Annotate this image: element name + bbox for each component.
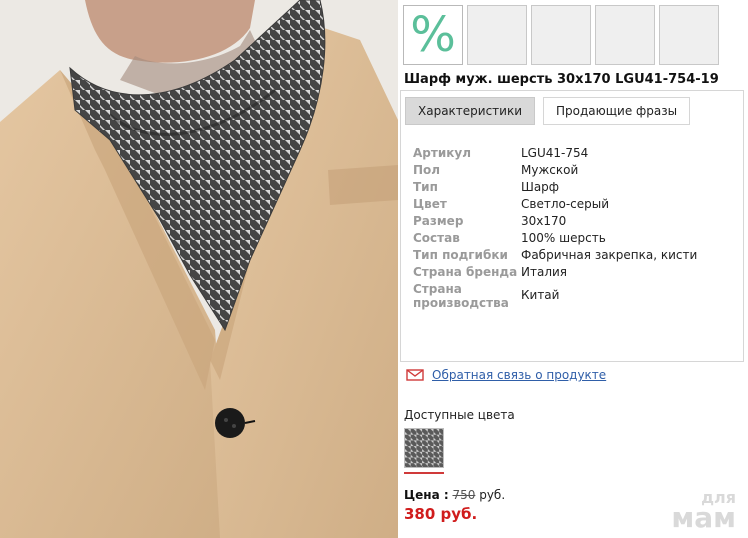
feedback-link-row: Обратная связь о продукте [406, 368, 606, 382]
spec-key: Тип [413, 180, 438, 194]
spec-value: 100% шерсть [521, 231, 606, 245]
spec-value: Китай [521, 288, 560, 302]
thumbnail[interactable] [659, 5, 719, 65]
spec-value: Шарф [521, 180, 560, 194]
spec-row: Тип подгибки Фабричная закрепка, кисти [413, 247, 697, 264]
new-price: 380 руб. [404, 505, 478, 523]
spec-row: Состав 100% шерсть [413, 230, 697, 247]
watermark-line-2: мам [671, 501, 736, 534]
thumbnail[interactable] [595, 5, 655, 65]
available-colors-title: Доступные цвета [404, 408, 515, 422]
price-label: Цена : [404, 488, 449, 502]
thumbnail-strip: % [403, 5, 719, 65]
spec-key: Артикул [413, 146, 471, 160]
old-price-value: 750 [452, 488, 476, 502]
tab-bar: Характеристики Продающие фразы [405, 97, 691, 125]
product-photo [0, 0, 398, 538]
percent-icon: % [410, 7, 456, 63]
spec-row: Тип Шарф [413, 179, 697, 196]
color-swatch[interactable] [404, 428, 444, 468]
spec-row: Страна бренда Италия [413, 264, 697, 281]
envelope-icon [406, 369, 424, 381]
selected-swatch-indicator [404, 472, 444, 474]
spec-row: Артикул LGU41-754 [413, 145, 697, 162]
tab-characteristics[interactable]: Характеристики [405, 97, 536, 125]
spec-key: Состав [413, 231, 460, 245]
product-tabs-panel: Характеристики Продающие фразы Артикул L… [400, 90, 744, 362]
spec-key: Страна производства [413, 282, 509, 310]
spec-value: LGU41-754 [521, 146, 589, 160]
spec-value: Светло-серый [521, 197, 610, 211]
watermark: для мам [671, 488, 736, 534]
tab-selling-phrases[interactable]: Продающие фразы [543, 97, 691, 125]
spec-table: Артикул LGU41-754 Пол Мужской Тип Шарф Ц… [413, 145, 697, 310]
product-details-panel: % Шарф муж. шерсть 30х170 LGU41-754-19 Х… [400, 0, 748, 538]
price-old-row: Цена : 750 руб. [404, 488, 505, 502]
spec-row: Пол Мужской [413, 162, 697, 179]
spec-key: Тип подгибки [413, 248, 508, 262]
spec-value: Италия [521, 265, 568, 279]
feedback-link[interactable]: Обратная связь о продукте [432, 368, 606, 382]
currency-label: руб. [479, 488, 506, 502]
spec-key: Размер [413, 214, 464, 228]
product-title: Шарф муж. шерсть 30х170 LGU41-754-19 [404, 72, 719, 87]
thumbnail[interactable] [531, 5, 591, 65]
spec-key: Пол [413, 163, 441, 177]
product-photo-illustration [0, 0, 398, 538]
spec-value: Мужской [521, 163, 579, 177]
discount-thumbnail[interactable]: % [403, 5, 463, 65]
spec-row: Размер 30х170 [413, 213, 697, 230]
spec-value: 30х170 [521, 214, 567, 228]
spec-key: Цвет [413, 197, 447, 211]
thumbnail[interactable] [467, 5, 527, 65]
spec-row: Цвет Светло-серый [413, 196, 697, 213]
spec-value: Фабричная закрепка, кисти [521, 248, 698, 262]
spec-row: Страна производства Китай [413, 281, 697, 310]
spec-key: Страна бренда [413, 265, 518, 279]
